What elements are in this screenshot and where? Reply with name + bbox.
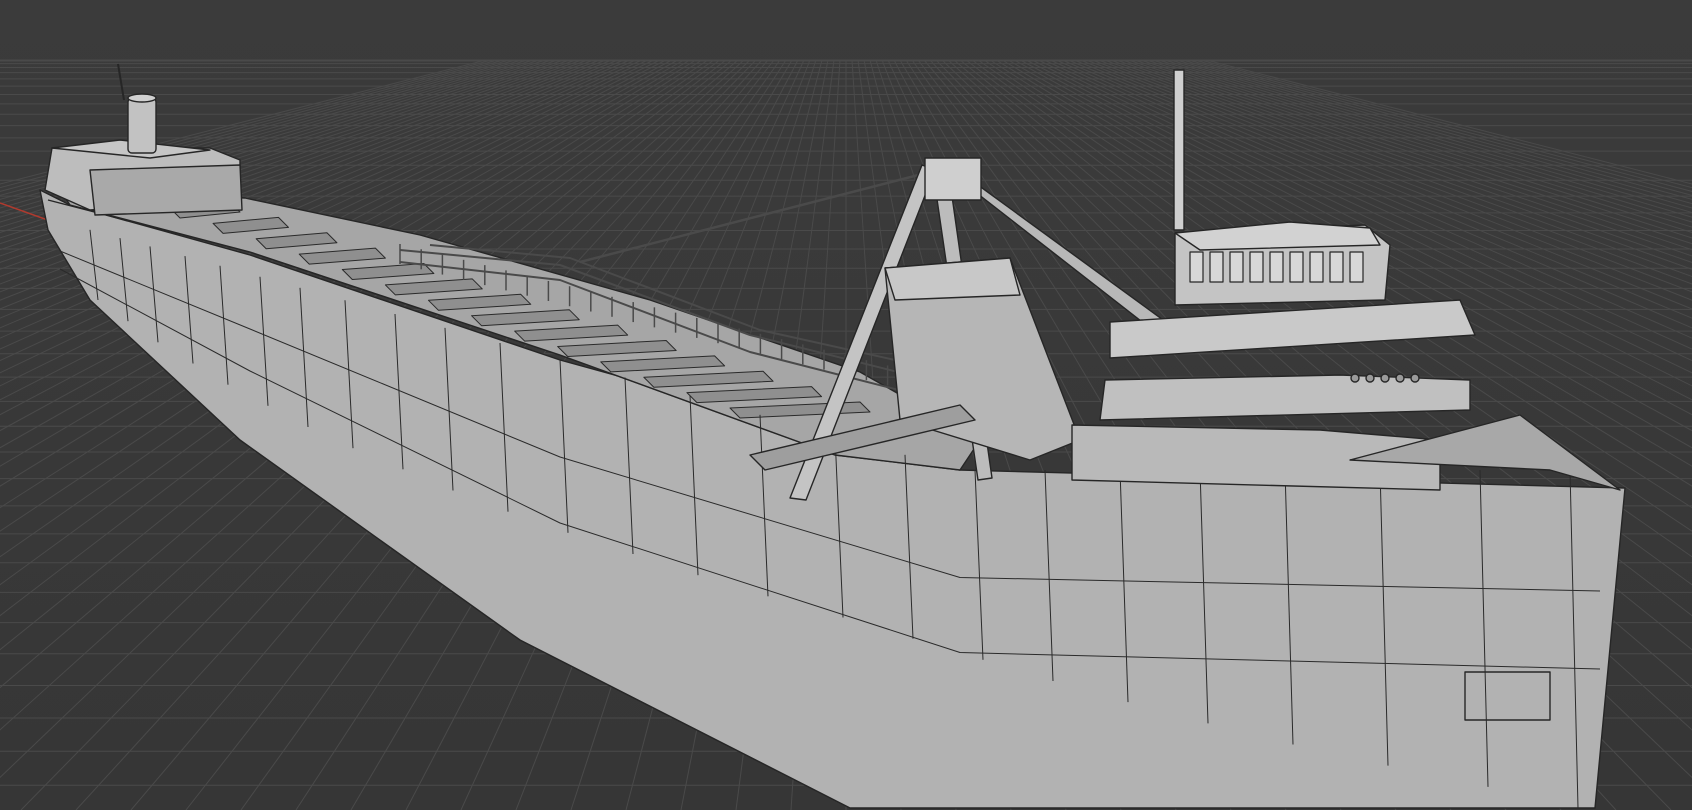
porthole xyxy=(1380,373,1390,383)
pilothouse-window xyxy=(1269,251,1284,283)
porthole xyxy=(1350,373,1360,383)
pilothouse-window xyxy=(1249,251,1264,283)
viewport-canvas[interactable] xyxy=(0,0,1692,810)
pilothouse-window xyxy=(1309,251,1324,283)
porthole xyxy=(1410,373,1420,383)
pilothouse-windows xyxy=(1189,251,1364,283)
pilothouse-window xyxy=(1209,251,1224,283)
pilothouse-window xyxy=(1189,251,1204,283)
a-frame-head xyxy=(924,157,982,201)
3d-viewport[interactable] xyxy=(0,0,1692,810)
pilothouse-window xyxy=(1289,251,1304,283)
aft-smokestack xyxy=(127,97,157,154)
aft-smokestack-top xyxy=(127,93,157,103)
pilothouse-window xyxy=(1349,251,1364,283)
pilothouse-window xyxy=(1229,251,1244,283)
porthole xyxy=(1395,373,1405,383)
aft-house-block xyxy=(89,164,243,216)
porthole xyxy=(1365,373,1375,383)
pilothouse-window xyxy=(1329,251,1344,283)
forward-mast xyxy=(1173,69,1185,231)
